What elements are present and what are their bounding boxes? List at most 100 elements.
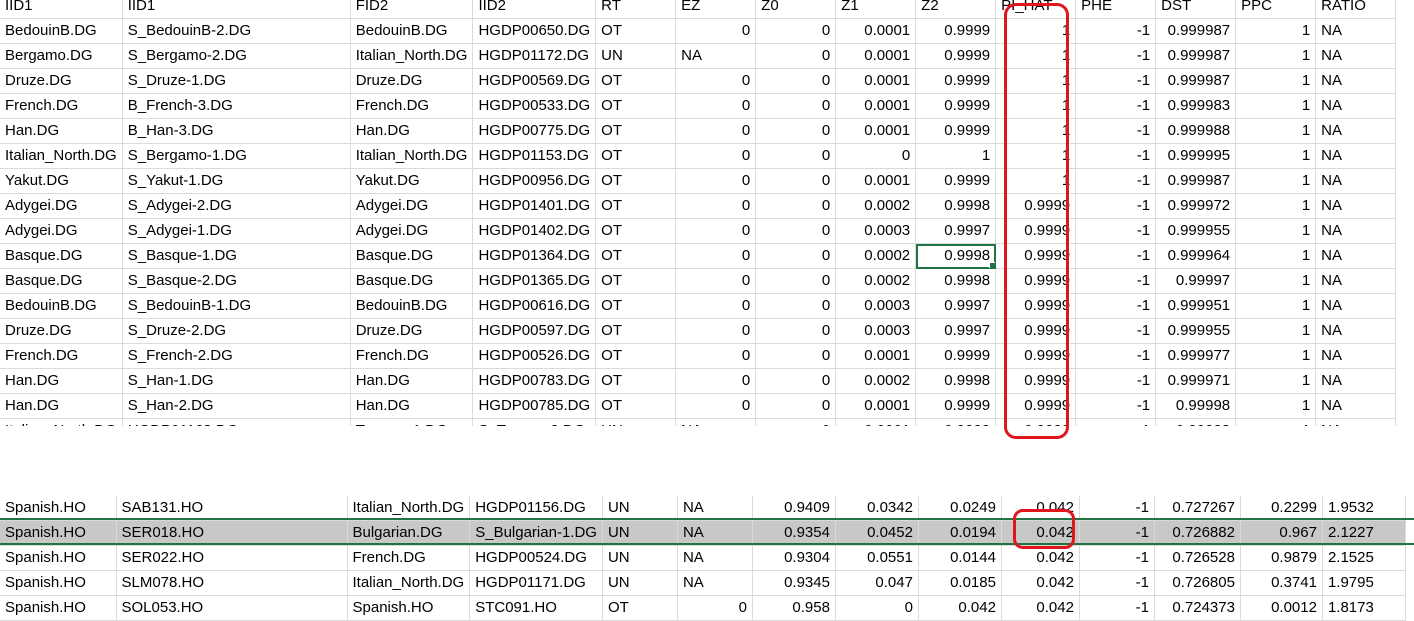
table-cell[interactable]: Yakut.DG xyxy=(0,168,123,194)
table-cell[interactable]: S_Druze-2.DG xyxy=(122,318,351,344)
table-cell[interactable]: HGDP01156.DG xyxy=(469,496,603,521)
table-cell[interactable]: OT xyxy=(595,18,677,44)
table-cell[interactable]: -1 xyxy=(1075,68,1157,94)
table-cell[interactable]: -1 xyxy=(1075,293,1157,319)
table-cell[interactable]: S_Bergamo-2.DG xyxy=(122,43,351,69)
table-cell[interactable]: HGDP01364.DG xyxy=(472,243,597,269)
table-cell[interactable]: Spanish.HO xyxy=(0,595,117,621)
table-cell[interactable]: S_French-2.DG xyxy=(122,343,351,369)
table-cell[interactable]: French.DG xyxy=(347,545,471,571)
table-cell[interactable]: NA xyxy=(677,520,753,546)
table-cell[interactable]: S_Adygei-2.DG xyxy=(122,193,351,219)
table-cell[interactable]: HGDP01172.DG xyxy=(472,43,597,69)
table-cell[interactable]: 0 xyxy=(675,293,757,319)
table-cell[interactable]: 1 xyxy=(1235,68,1317,94)
table-cell[interactable]: -1 xyxy=(1075,18,1157,44)
table-cell[interactable]: HGDP00597.DG xyxy=(472,318,597,344)
table-cell[interactable]: NA xyxy=(677,496,753,521)
table-cell[interactable]: 0.9998 xyxy=(915,193,997,219)
column-header[interactable]: Z2 xyxy=(915,0,997,19)
table-cell[interactable]: OT xyxy=(595,268,677,294)
table-cell[interactable]: -1 xyxy=(1075,218,1157,244)
table-cell[interactable]: NA xyxy=(1315,343,1397,369)
table-cell[interactable]: 0 xyxy=(675,268,757,294)
table-cell[interactable]: 1.9795 xyxy=(1322,570,1406,596)
column-header[interactable]: FID2 xyxy=(350,0,474,19)
table-cell[interactable]: HGDP01153.DG xyxy=(472,143,597,169)
table-cell[interactable]: 0.0551 xyxy=(835,545,919,571)
table-cell[interactable]: 0.999977 xyxy=(1155,343,1237,369)
table-cell[interactable]: 0.9999 xyxy=(915,118,997,144)
table-cell[interactable]: 0 xyxy=(755,393,837,419)
table-cell[interactable]: 0.0003 xyxy=(835,218,917,244)
table-cell[interactable]: 0.0194 xyxy=(918,520,1002,546)
table-cell[interactable]: Spanish.HO xyxy=(0,520,117,546)
table-cell[interactable]: -1 xyxy=(1075,243,1157,269)
table-cell[interactable]: 0.9999 xyxy=(915,68,997,94)
table-cell[interactable]: -1 xyxy=(1075,43,1157,69)
table-cell[interactable]: 0.9999 xyxy=(915,393,997,419)
table-cell[interactable]: 1 xyxy=(1235,93,1317,119)
table-cell[interactable]: 0 xyxy=(675,218,757,244)
table-cell[interactable]: 1 xyxy=(1235,43,1317,69)
table-cell[interactable]: Han.DG xyxy=(350,393,474,419)
table-cell[interactable]: French.DG xyxy=(350,93,474,119)
table-cell[interactable]: OT xyxy=(595,193,677,219)
table-cell[interactable]: 0 xyxy=(755,318,837,344)
table-cell[interactable]: NA xyxy=(1315,393,1397,419)
table-cell[interactable]: HGDP01402.DG xyxy=(472,218,597,244)
table-cell[interactable]: 0 xyxy=(835,143,917,169)
table-cell[interactable]: HGDP00783.DG xyxy=(472,368,597,394)
table-cell[interactable]: 0 xyxy=(675,193,757,219)
table-cell[interactable]: 0 xyxy=(675,368,757,394)
table-cell[interactable]: B_French-3.DG xyxy=(122,93,351,119)
table-cell[interactable]: -1 xyxy=(1075,193,1157,219)
table-cell[interactable]: -1 xyxy=(1075,393,1157,419)
table-cell[interactable]: NA xyxy=(1315,368,1397,394)
table-cell[interactable]: NA xyxy=(1315,243,1397,269)
column-header[interactable]: EZ xyxy=(675,0,757,19)
table-cell[interactable]: 0.999995 xyxy=(1155,143,1237,169)
table-cell[interactable]: 0.0001 xyxy=(835,343,917,369)
table-cell[interactable]: OT xyxy=(595,293,677,319)
table-cell[interactable]: 0.999955 xyxy=(1155,318,1237,344)
table-cell[interactable]: 0.9999 xyxy=(915,43,997,69)
table-cell[interactable]: 0 xyxy=(675,318,757,344)
table-cell[interactable]: Italian_North.DG xyxy=(350,43,474,69)
table-cell[interactable]: 0.0002 xyxy=(835,268,917,294)
table-cell[interactable]: Basque.DG xyxy=(350,268,474,294)
table-cell[interactable]: SLM078.HO xyxy=(116,570,348,596)
table-cell[interactable]: OT xyxy=(595,68,677,94)
table-cell[interactable]: -1 xyxy=(1075,368,1157,394)
table-cell[interactable]: HGDP01171.DG xyxy=(469,570,603,596)
table-cell[interactable]: SER018.HO xyxy=(116,520,348,546)
column-header[interactable]: PHE xyxy=(1075,0,1157,19)
table-cell[interactable]: 0 xyxy=(675,18,757,44)
table-cell[interactable]: 1 xyxy=(1235,243,1317,269)
table-cell[interactable]: Druze.DG xyxy=(0,68,123,94)
table-cell[interactable]: OT xyxy=(595,143,677,169)
table-cell[interactable]: S_BedouinB-2.DG xyxy=(122,18,351,44)
table-cell[interactable]: 0.0002 xyxy=(835,193,917,219)
table-cell[interactable]: 2.1525 xyxy=(1322,545,1406,571)
table-cell[interactable]: BedouinB.DG xyxy=(0,18,123,44)
table-cell[interactable]: OT xyxy=(595,218,677,244)
column-header[interactable]: IID1 xyxy=(122,0,351,19)
table-cell[interactable]: NA xyxy=(1315,18,1397,44)
table-cell[interactable]: 1 xyxy=(1235,368,1317,394)
table-cell[interactable]: OT xyxy=(602,595,678,621)
table-cell[interactable]: 0.99997 xyxy=(1155,268,1237,294)
table-cell[interactable]: 0 xyxy=(677,595,753,621)
table-cell[interactable]: OT xyxy=(595,243,677,269)
table-cell[interactable]: 0.967 xyxy=(1240,520,1323,546)
table-cell[interactable]: 0.9879 xyxy=(1240,545,1323,571)
table-cell[interactable]: Han.DG xyxy=(0,118,123,144)
table-cell[interactable]: HGDP00569.DG xyxy=(472,68,597,94)
table-cell[interactable]: 0 xyxy=(675,393,757,419)
table-cell[interactable]: NA xyxy=(1315,93,1397,119)
table-cell[interactable]: Druze.DG xyxy=(350,318,474,344)
table-cell[interactable]: 1 xyxy=(1235,293,1317,319)
table-cell[interactable]: OT xyxy=(595,393,677,419)
table-cell[interactable]: 1 xyxy=(1235,143,1317,169)
table-cell[interactable]: 1.8173 xyxy=(1322,595,1406,621)
